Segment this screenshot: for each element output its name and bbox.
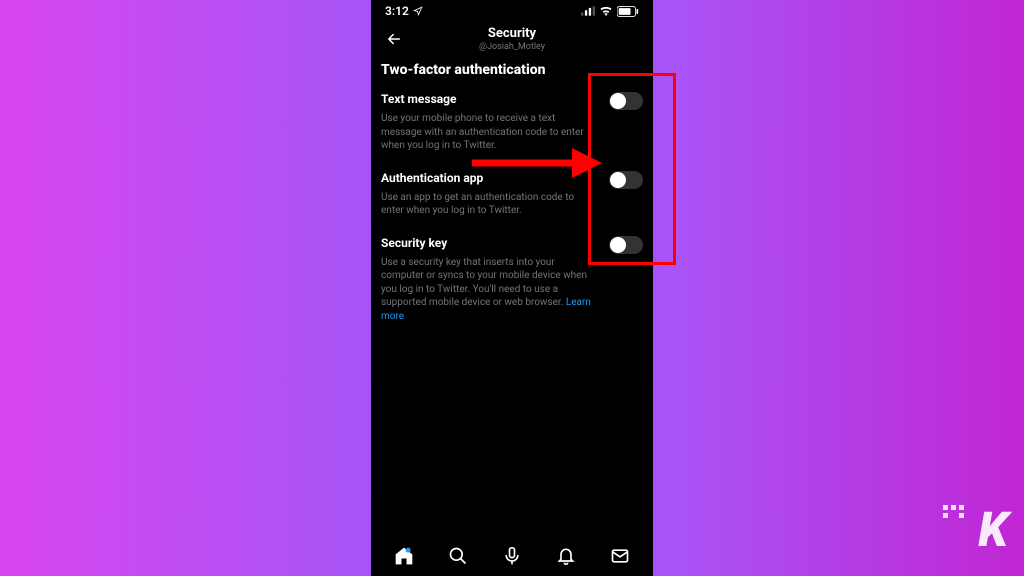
signal-icon: [581, 6, 595, 16]
back-button[interactable]: [381, 26, 407, 52]
toggle-auth-app[interactable]: [609, 171, 643, 189]
option-desc: Use an app to get an authentication code…: [381, 191, 593, 218]
tab-search[interactable]: [448, 546, 468, 566]
phone-frame: 3:12 Security @Josiah_Motley Two-fac: [371, 0, 653, 576]
watermark-dots: [943, 505, 964, 518]
option-text-message: Text message Use your mobile phone to re…: [381, 92, 643, 153]
tab-mic[interactable]: [502, 546, 522, 566]
watermark-logo: K: [978, 501, 1006, 558]
tab-notifications[interactable]: [556, 546, 576, 566]
option-desc: Use a security key that inserts into you…: [381, 256, 593, 324]
status-time: 3:12: [385, 4, 409, 18]
page-header: Security @Josiah_Motley: [371, 20, 653, 62]
option-auth-app: Authentication app Use an app to get an …: [381, 171, 643, 218]
page-subtitle: @Josiah_Motley: [479, 42, 545, 52]
page-title: Security: [479, 26, 545, 41]
toggle-text-message[interactable]: [609, 92, 643, 110]
wifi-icon: [599, 6, 613, 16]
tab-home[interactable]: [394, 546, 414, 566]
battery-icon: [617, 6, 639, 17]
option-title: Text message: [381, 92, 593, 106]
section-title: Two-factor authentication: [381, 62, 643, 78]
option-title: Authentication app: [381, 171, 593, 185]
location-icon: [413, 6, 423, 16]
option-security-key: Security key Use a security key that ins…: [381, 236, 643, 324]
content-area: Two-factor authentication Text message U…: [371, 62, 653, 323]
tab-bar: [371, 536, 653, 576]
toggle-security-key[interactable]: [609, 236, 643, 254]
tab-messages[interactable]: [610, 546, 630, 566]
status-bar: 3:12: [371, 0, 653, 20]
option-title: Security key: [381, 236, 593, 250]
option-desc: Use your mobile phone to receive a text …: [381, 112, 593, 153]
